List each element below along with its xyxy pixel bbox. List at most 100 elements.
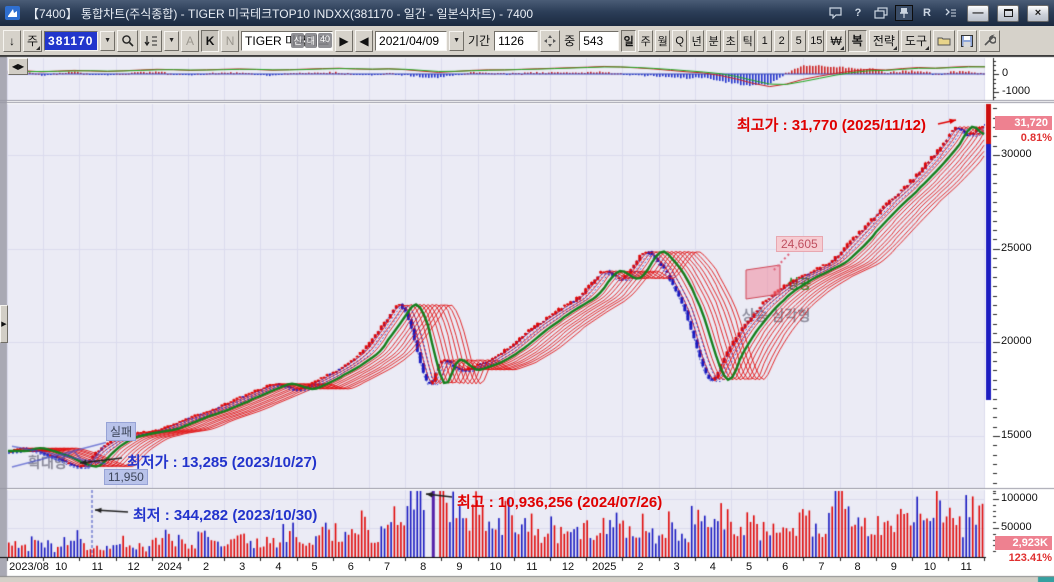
timeframe-minute-button[interactable]: 분 — [706, 30, 721, 52]
restore-button[interactable]: 복 — [848, 30, 867, 52]
x-axis-label: 10 — [924, 561, 936, 573]
current-change-label: 0.81% — [995, 132, 1052, 144]
scroll-down-button[interactable]: ↓ — [3, 30, 21, 52]
stock-code-input[interactable] — [44, 31, 98, 51]
strategy-button[interactable]: 전략 — [869, 30, 899, 52]
oscillator-collapse-button[interactable]: ◀▶ — [8, 58, 28, 75]
recent-list-button[interactable] — [140, 30, 162, 52]
tools-button[interactable]: 도구 — [901, 30, 931, 52]
count-label: 중 — [562, 32, 577, 49]
x-axis-label: 5 — [746, 561, 752, 573]
margin-chip: 40 — [318, 33, 332, 48]
x-axis-label: 11 — [92, 561, 103, 573]
stock-type-button[interactable]: 주 — [23, 30, 42, 52]
x-axis-label: 6 — [782, 561, 788, 573]
price-axis-label: 20000 — [1001, 335, 1032, 347]
x-axis-label: 4 — [710, 561, 716, 573]
timeframe-year-button[interactable]: 년 — [689, 30, 704, 52]
x-axis-label: 10 — [55, 561, 67, 573]
timeframe-15-button[interactable]: 15 — [808, 30, 824, 52]
timeframe-second-button[interactable]: 초 — [723, 30, 738, 52]
annotation-volume-low: 최저 : 344,282 (2023/10/30) — [133, 504, 317, 525]
x-axis-label: 10 — [489, 561, 501, 573]
oscillator-axis-label: 0 — [1002, 67, 1008, 79]
settings-button[interactable] — [979, 30, 1000, 52]
x-axis-label: 4 — [275, 561, 281, 573]
volume-change-label: 123.41% — [995, 552, 1052, 564]
timeframe-week-button[interactable]: 주 — [638, 30, 653, 52]
timeframe-2-button[interactable]: 2 — [774, 30, 789, 52]
credit-chip: 신 — [291, 33, 303, 48]
current-price-badge: 31,720 — [995, 116, 1052, 130]
stock-flag-chips: 신 대 40 — [291, 33, 332, 48]
x-axis-label: 6 — [348, 561, 354, 573]
timeframe-day-button[interactable]: 일 — [621, 30, 636, 52]
volume-axis-label: 100000 — [1001, 492, 1038, 504]
x-axis-label: 11 — [960, 561, 971, 573]
price-axis-label: 15000 — [1001, 429, 1032, 441]
window-list-icon[interactable] — [941, 5, 959, 21]
currency-button[interactable]: ₩ — [826, 30, 845, 52]
timeframe-5-button[interactable]: 5 — [791, 30, 806, 52]
current-volume-badge: 2,923K — [995, 536, 1052, 550]
save-button[interactable] — [957, 30, 977, 52]
x-axis-label: 8 — [420, 561, 426, 573]
x-axis-label: 2 — [203, 561, 209, 573]
minimize-button[interactable]: — — [967, 5, 989, 22]
oscillator-axis-label: -1000 — [1002, 85, 1030, 97]
close-button[interactable]: × — [1027, 5, 1049, 22]
timeframe-quarter-button[interactable]: Q — [672, 30, 687, 52]
title-bar[interactable]: 【7400】 통합차트(주식종합) - TIGER 미국테크TOP10 INDX… — [0, 0, 1054, 26]
timeframe-tick-button[interactable]: 틱 — [740, 30, 755, 52]
period-input[interactable] — [494, 31, 538, 51]
x-axis-label: 9 — [456, 561, 462, 573]
x-axis-label: 3 — [239, 561, 245, 573]
left-panel-expander[interactable]: ▶ — [0, 305, 8, 343]
date-input[interactable] — [375, 31, 447, 51]
r-shortcut-icon[interactable]: R — [918, 5, 936, 21]
chart-toolbar: ↓ 주 ▼ ▼ A K N 신 대 40 ▶ ◀ ▼ 기간 중 — [0, 26, 1054, 56]
x-axis-label: 2024 — [158, 561, 182, 573]
date-dropdown-button[interactable]: ▼ — [449, 31, 464, 51]
loan-chip: 대 — [305, 33, 317, 48]
count-input[interactable] — [579, 31, 619, 51]
chart-region: ◀▶ ▶ 최고가 : 31,770 (2025/11/12) 최저가 : 13,… — [0, 56, 1054, 582]
x-axis-label: 2023/08 — [9, 561, 49, 573]
search-button[interactable] — [117, 30, 138, 52]
timeframe-1-button[interactable]: 1 — [757, 30, 772, 52]
app-icon — [5, 5, 21, 21]
feedback-icon[interactable] — [826, 5, 844, 21]
timeframe-month-button[interactable]: 월 — [655, 30, 670, 52]
window-title: 【7400】 통합차트(주식종합) - TIGER 미국테크TOP10 INDX… — [27, 5, 533, 22]
open-button[interactable] — [933, 30, 955, 52]
copy-window-icon[interactable] — [872, 5, 890, 21]
mode-a-button[interactable]: A — [181, 30, 199, 52]
mode-k-button[interactable]: K — [201, 30, 219, 52]
integrated-chart-window: { "window": { "title": "【7400】 통합차트(주식종합… — [0, 0, 1054, 582]
stock-name-field[interactable]: 신 대 40 — [241, 31, 333, 51]
x-axis-label: 2025 — [592, 561, 616, 573]
maximize-button[interactable] — [997, 5, 1019, 22]
price-axis-label: 30000 — [1001, 148, 1032, 160]
price-axis-label: 25000 — [1001, 242, 1032, 254]
x-axis-label: 12 — [562, 561, 574, 573]
x-axis-label: 7 — [818, 561, 824, 573]
code-dropdown-button[interactable]: ▼ — [100, 31, 115, 51]
x-axis-label: 11 — [526, 561, 537, 573]
annotation-volume-high: 최고 : 10,936,256 (2024/07/26) — [457, 491, 662, 512]
x-axis-label: 8 — [855, 561, 861, 573]
fit-chart-button[interactable] — [540, 30, 560, 52]
volume-axis-label: 50000 — [1001, 521, 1032, 533]
prev-stock-button[interactable]: ◀ — [355, 30, 373, 52]
x-axis-label: 12 — [127, 561, 139, 573]
recent-dropdown-button[interactable]: ▼ — [164, 31, 179, 51]
next-stock-button[interactable]: ▶ — [335, 30, 353, 52]
pattern-fail-badge: 실패 — [106, 422, 136, 441]
help-icon[interactable]: ? — [849, 5, 867, 21]
price-level-badge-low: 11,950 — [104, 469, 148, 485]
annotation-high-price: 최고가 : 31,770 (2025/11/12) — [737, 114, 926, 135]
price-level-badge-mid: 24,605 — [776, 236, 823, 252]
x-axis-label: 2 — [637, 561, 643, 573]
mode-n-button[interactable]: N — [221, 30, 239, 52]
pin-icon[interactable] — [895, 5, 913, 21]
